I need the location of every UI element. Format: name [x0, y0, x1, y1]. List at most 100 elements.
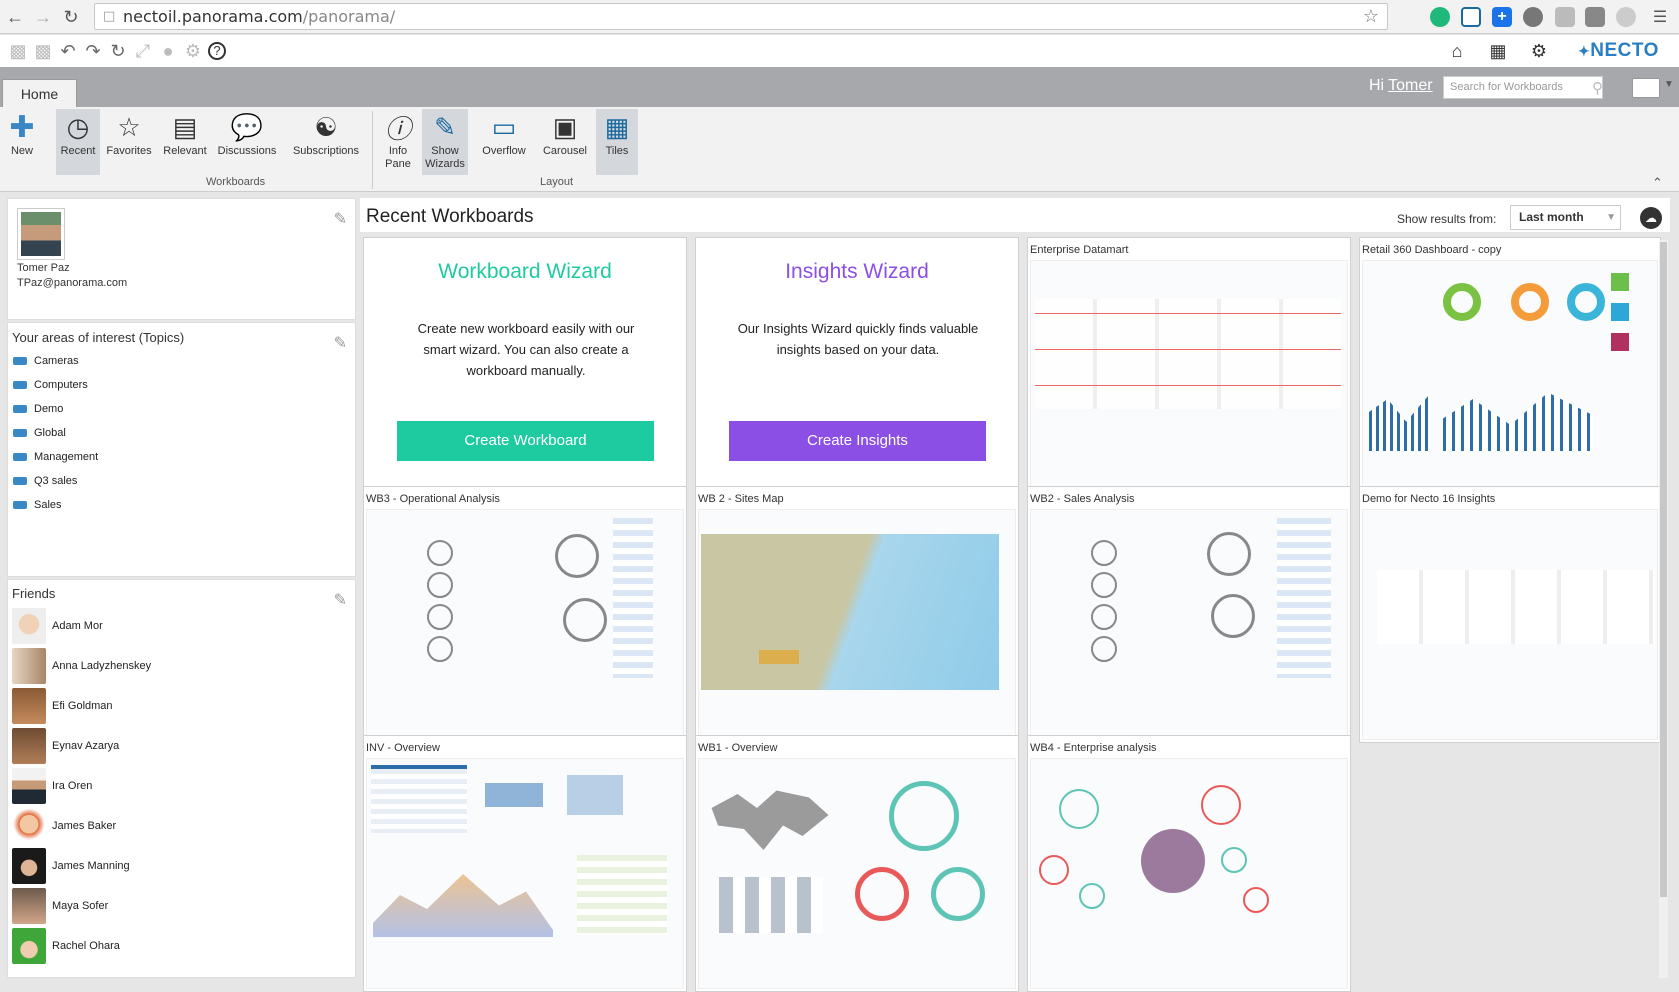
carousel-button[interactable]: ▣ Carousel [538, 109, 592, 175]
view-dropdown-icon[interactable]: ▼ [1664, 79, 1674, 90]
friend-item[interactable]: Anna Ladyzhenskey [12, 648, 151, 684]
home-icon[interactable]: ⌂ [1447, 41, 1467, 61]
redo-icon[interactable]: ↷ [83, 41, 103, 61]
address-bar[interactable]: □ nectoil.panorama.com/panorama/ ☆ [94, 3, 1388, 30]
thumbnail-block [1611, 303, 1629, 321]
topic-item[interactable]: Management [13, 451, 98, 463]
settings-gear-icon[interactable]: ⚙ [183, 41, 203, 61]
tab-home[interactable]: Home [2, 79, 77, 107]
search-icon[interactable]: ⚲ [1592, 79, 1603, 97]
thumbnail-block [1611, 273, 1629, 291]
workboard-tile[interactable]: WB2 - Sales Analysis [1027, 486, 1351, 743]
overflow-button[interactable]: ▭ Overflow [476, 109, 532, 175]
show-wizards-button[interactable]: ✎ Show Wizards [422, 109, 468, 175]
show-results-label: Show results from: [1397, 212, 1497, 226]
friend-item[interactable]: Adam Mor [12, 608, 103, 644]
workboard-wizard-card: Workboard Wizard Create new workboard ea… [363, 237, 687, 494]
extension-g-icon[interactable] [1555, 7, 1575, 27]
vertical-scrollbar[interactable] [1659, 240, 1668, 978]
extension-screen-icon[interactable] [1461, 7, 1481, 27]
back-icon[interactable]: ← [4, 6, 26, 28]
thumbnail-circle [1091, 572, 1117, 598]
url-host: nectoil.panorama.com [123, 7, 303, 26]
workboard-tile[interactable]: Demo for Necto 16 Insights [1359, 486, 1661, 743]
bookmark-star-icon[interactable]: ☆ [1363, 4, 1379, 29]
refresh-icon[interactable]: ↻ [108, 41, 128, 61]
friend-item[interactable]: Ira Oren [12, 768, 92, 804]
help-icon[interactable]: ? [208, 42, 226, 60]
thumbnail-map [701, 534, 999, 690]
search-input[interactable]: Search for Workboards [1443, 76, 1603, 99]
extension-green-icon[interactable] [1430, 7, 1450, 27]
thumbnail-gauge [555, 534, 599, 578]
undo-icon[interactable]: ↶ [58, 41, 78, 61]
friend-item[interactable]: Eynav Azarya [12, 728, 119, 764]
thumbnail-side-table [1277, 518, 1331, 678]
topic-item[interactable]: Cameras [13, 355, 79, 367]
new-button[interactable]: ✚ New [2, 109, 42, 175]
scrollbar-thumb[interactable] [1660, 242, 1667, 897]
friend-name: James Manning [52, 860, 130, 872]
discussions-button[interactable]: 💬 Discussions [214, 109, 280, 175]
topic-item[interactable]: Global [13, 427, 66, 439]
save-icon[interactable]: ▩ [8, 41, 28, 61]
workboard-title: WB4 - Enterprise analysis [1030, 742, 1157, 754]
save-as-icon[interactable]: ▩ [33, 41, 53, 61]
friend-item[interactable]: James Manning [12, 848, 130, 884]
favorites-button[interactable]: ☆ Favorites [104, 109, 154, 175]
ribbon-separator [372, 111, 373, 189]
topic-item[interactable]: Demo [13, 403, 63, 415]
cloud-icon[interactable]: ☁ [1640, 207, 1662, 229]
extension-box-icon[interactable] [1585, 7, 1605, 27]
workboard-tile[interactable]: Retail 360 Dashboard - copy [1359, 237, 1661, 494]
workboard-tile[interactable]: WB1 - Overview [695, 735, 1019, 992]
friend-name: Maya Sofer [52, 900, 109, 912]
friend-item[interactable]: James Baker [12, 808, 116, 844]
friends-panel: Friends ✎ Adam Mor Anna Ladyzhenskey Efi… [7, 579, 356, 978]
topic-item[interactable]: Computers [13, 379, 88, 391]
collapse-ribbon-icon[interactable]: ⌃ [1652, 175, 1663, 191]
friend-name: James Baker [52, 820, 117, 832]
thumbnail-kpi-grid [1377, 570, 1655, 644]
relevant-button[interactable]: ▤ Relevant [160, 109, 210, 175]
period-select[interactable]: Last month ▼ [1510, 205, 1621, 230]
topic-item[interactable]: Sales [13, 499, 62, 511]
extension-cloud-icon[interactable] [1616, 7, 1636, 27]
workboard-tile[interactable]: WB4 - Enterprise analysis [1027, 735, 1351, 992]
workboard-tile[interactable]: WB3 - Operational Analysis [363, 486, 687, 743]
friend-item[interactable]: Rachel Ohara [12, 928, 120, 964]
subscriptions-button[interactable]: ☯ Subscriptions [290, 109, 362, 175]
extension-plus-icon[interactable]: + [1492, 7, 1512, 27]
tag-icon [13, 429, 27, 437]
thumbnail-gauge [931, 867, 985, 921]
view-switcher-icon[interactable] [1632, 78, 1660, 98]
edit-profile-icon[interactable]: ✎ [334, 209, 347, 229]
friend-item[interactable]: Efi Goldman [12, 688, 113, 724]
create-insights-button[interactable]: Create Insights [729, 421, 986, 461]
workboard-tile[interactable]: INV - Overview [363, 735, 687, 992]
recent-button[interactable]: ◷ Recent [56, 109, 100, 175]
tiles-button[interactable]: ▦ Tiles [596, 109, 638, 175]
avatar[interactable] [17, 208, 65, 260]
friend-item[interactable]: Maya Sofer [12, 888, 108, 924]
edit-topics-icon[interactable]: ✎ [334, 333, 347, 353]
thumbnail-block [485, 783, 543, 807]
user-link[interactable]: Tomer [1388, 77, 1432, 94]
thumbnail-circle [1091, 540, 1117, 566]
admin-tools-icon[interactable]: ⚙ [1529, 41, 1549, 61]
workboard-tile[interactable]: WB 2 - Sites Map [695, 486, 1019, 743]
create-workboard-button[interactable]: Create Workboard [397, 421, 654, 461]
reports-icon[interactable]: ▦ [1488, 41, 1508, 61]
workboard-tile[interactable]: Enterprise Datamart [1027, 237, 1351, 494]
forward-icon[interactable]: → [32, 6, 54, 28]
reload-icon[interactable]: ↻ [60, 6, 82, 28]
extension-globe-icon[interactable] [1523, 7, 1543, 27]
info-pane-button[interactable]: ⓘ Info Pane [378, 109, 418, 175]
thumbnail-map-marker [759, 650, 799, 664]
edit-friends-icon[interactable]: ✎ [334, 590, 347, 610]
topic-label: Management [34, 451, 99, 463]
users-icon[interactable]: ● [158, 41, 178, 61]
fullscreen-icon[interactable]: ⤢ [133, 41, 153, 61]
menu-icon[interactable]: ☰ [1649, 6, 1671, 28]
topic-item[interactable]: Q3 sales [13, 475, 77, 487]
